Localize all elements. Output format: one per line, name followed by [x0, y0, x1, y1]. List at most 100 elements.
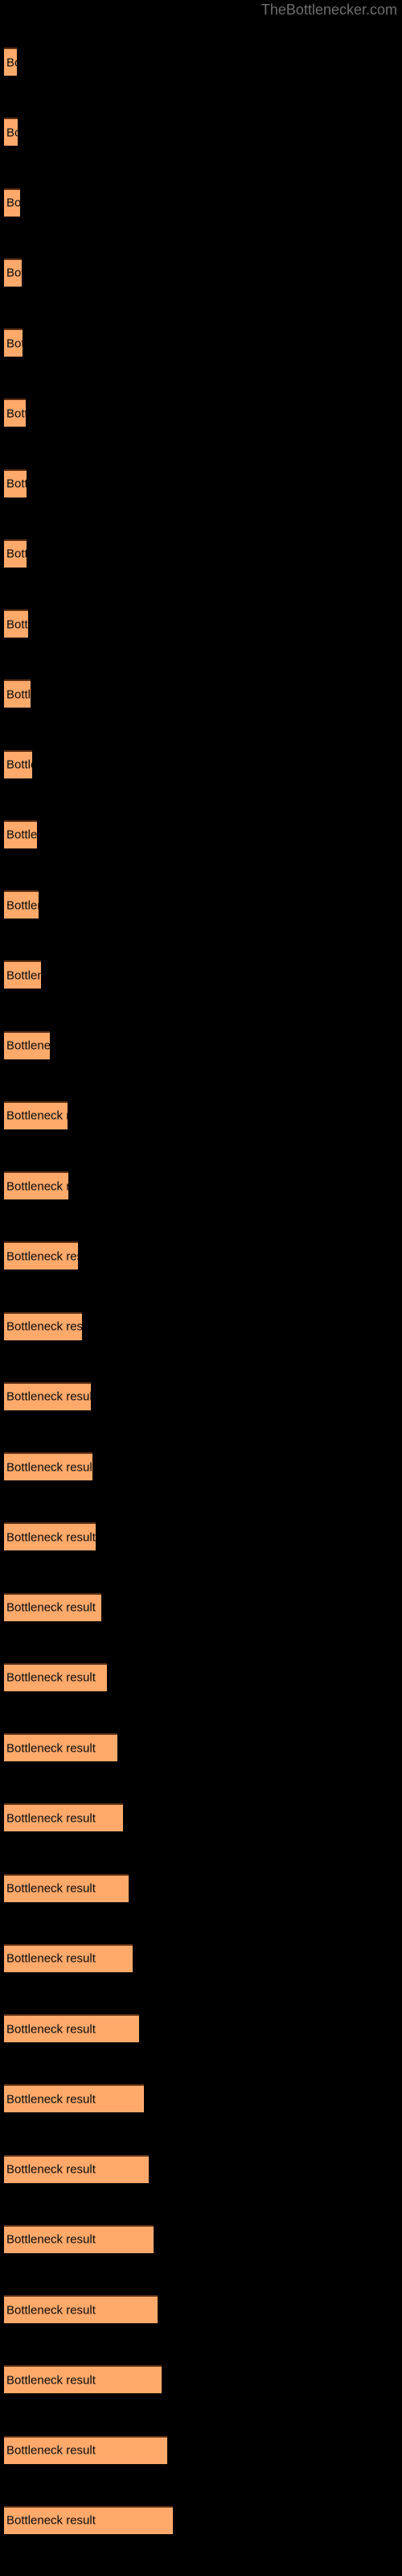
bar-label: Bottleneck result: [6, 1460, 92, 1474]
bar-label: Bottleneck result: [6, 336, 23, 350]
bar-label: Bottleneck result: [6, 1811, 96, 1826]
bottleneck-result-bar[interactable]: Bottleneck result: [4, 1171, 68, 1199]
bar-label: Bottleneck result: [6, 758, 32, 772]
bar-label: Bottleneck result: [6, 1179, 68, 1193]
bottleneck-result-bar[interactable]: Bottleneck result: [4, 2014, 139, 2042]
bottleneck-result-bar[interactable]: Bottleneck result: [4, 1873, 129, 1902]
bar-row: Bottleneck result: [0, 819, 402, 848]
bottleneck-result-bar[interactable]: Bottleneck result: [4, 398, 26, 427]
bar-label: Bottleneck result: [6, 2373, 96, 2388]
bottleneck-result-bar[interactable]: Bottleneck result: [4, 2365, 162, 2394]
bar-row: Bottleneck result: [0, 2435, 402, 2464]
bottleneck-result-bar[interactable]: Bottleneck result: [4, 1100, 68, 1129]
bottleneck-result-bar[interactable]: Bottleneck result: [4, 890, 39, 919]
bar-label: Bottleneck result: [6, 968, 41, 983]
bottleneck-result-bar[interactable]: Bottleneck result: [4, 1241, 78, 1270]
bar-row: Bottleneck result: [0, 469, 402, 497]
bottleneck-result-bar[interactable]: Bottleneck result: [4, 188, 20, 217]
bar-label: Bottleneck result: [6, 2092, 96, 2107]
bottleneck-result-bar[interactable]: Bottleneck result: [4, 2154, 149, 2183]
bottleneck-result-bar[interactable]: Bottleneck result: [4, 47, 17, 76]
bar-row: Bottleneck result: [0, 890, 402, 919]
bar-row: Bottleneck result: [0, 749, 402, 778]
bar-label: Bottleneck result: [6, 1389, 91, 1404]
bottleneck-result-bar[interactable]: Bottleneck result: [4, 2224, 154, 2253]
bar-row: Bottleneck result: [0, 609, 402, 638]
bar-row: Bottleneck result: [0, 1522, 402, 1551]
bar-row: Bottleneck result: [0, 118, 402, 147]
bar-row: Bottleneck result: [0, 539, 402, 568]
bar-row: Bottleneck result: [0, 1803, 402, 1832]
bottleneck-result-bar[interactable]: Bottleneck result: [4, 2435, 167, 2464]
bar-row: Bottleneck result: [0, 1873, 402, 1902]
bottleneck-result-bar[interactable]: Bottleneck result: [4, 749, 32, 778]
bar-row: Bottleneck result: [0, 2224, 402, 2253]
bar-row: Bottleneck result: [0, 1311, 402, 1340]
bottleneck-result-bar[interactable]: Bottleneck result: [4, 819, 37, 848]
bar-label: Bottleneck result: [6, 1951, 96, 1966]
bottleneck-result-bar[interactable]: Bottleneck result: [4, 1452, 92, 1480]
bar-label: Bottleneck result: [6, 407, 26, 421]
bar-row: Bottleneck result: [0, 258, 402, 287]
bar-row: Bottleneck result: [0, 1381, 402, 1410]
bar-row: Bottleneck result: [0, 1733, 402, 1761]
bottleneck-result-bar[interactable]: Bottleneck result: [4, 1592, 101, 1621]
bar-label: Bottleneck result: [6, 56, 17, 69]
bar-label: Bottleneck result: [6, 477, 27, 491]
bottleneck-result-bar[interactable]: Bottleneck result: [4, 679, 31, 708]
bottleneck-result-bar[interactable]: Bottleneck result: [4, 2295, 158, 2323]
bottleneck-result-bar[interactable]: Bottleneck result: [4, 539, 27, 568]
page-root: TheBottlenecker.com Bottleneck resultBot…: [0, 0, 402, 2576]
bar-label: Bottleneck result: [6, 1600, 96, 1615]
bar-label: Bottleneck result: [6, 266, 22, 280]
bar-label: Bottleneck result: [6, 547, 27, 561]
bar-row: Bottleneck result: [0, 1100, 402, 1129]
bar-label: Bottleneck result: [6, 1038, 50, 1053]
bar-row: Bottleneck result: [0, 1241, 402, 1270]
bottleneck-result-bar[interactable]: Bottleneck result: [4, 1943, 133, 1972]
bar-label: Bottleneck result: [6, 2513, 96, 2528]
bar-label: Bottleneck result: [6, 126, 18, 140]
bar-row: Bottleneck result: [0, 1171, 402, 1199]
bar-row: Bottleneck result: [0, 2014, 402, 2042]
bar-row: Bottleneck result: [0, 2365, 402, 2394]
bar-row: Bottleneck result: [0, 2154, 402, 2183]
bottleneck-result-bar[interactable]: Bottleneck result: [4, 258, 22, 287]
bar-row: Bottleneck result: [0, 960, 402, 989]
bar-label: Bottleneck result: [6, 828, 37, 842]
bar-row: Bottleneck result: [0, 679, 402, 708]
bar-row: Bottleneck result: [0, 2505, 402, 2534]
bar-label: Bottleneck result: [6, 2022, 96, 2036]
bar-row: Bottleneck result: [0, 1943, 402, 1972]
bar-label: Bottleneck result: [6, 2303, 96, 2317]
bar-row: Bottleneck result: [0, 328, 402, 357]
bottleneck-result-bar[interactable]: Bottleneck result: [4, 1030, 50, 1059]
bar-label: Bottleneck result: [6, 2232, 96, 2247]
bar-row: Bottleneck result: [0, 1662, 402, 1691]
bottleneck-result-bar[interactable]: Bottleneck result: [4, 2505, 173, 2534]
bottleneck-result-bar[interactable]: Bottleneck result: [4, 1522, 96, 1551]
bottleneck-result-bar[interactable]: Bottleneck result: [4, 1662, 107, 1691]
bar-label: Bottleneck result: [6, 196, 20, 210]
bar-row: Bottleneck result: [0, 188, 402, 217]
bottleneck-result-bar[interactable]: Bottleneck result: [4, 2084, 144, 2113]
bottleneck-result-bar[interactable]: Bottleneck result: [4, 1381, 91, 1410]
bar-label: Bottleneck result: [6, 1319, 82, 1334]
bar-label: Bottleneck result: [6, 617, 28, 631]
bottleneck-result-bar[interactable]: Bottleneck result: [4, 1733, 117, 1761]
bottleneck-result-bar[interactable]: Bottleneck result: [4, 960, 41, 989]
bottleneck-bar-chart: Bottleneck result Bottleneck result Bottle…: [0, 0, 402, 2576]
bottleneck-result-bar[interactable]: Bottleneck result: [4, 1803, 123, 1832]
bar-label: Bottleneck result: [6, 1530, 96, 1545]
bottleneck-result-bar[interactable]: Bottleneck result: [4, 328, 23, 357]
bottleneck-result-bar[interactable]: Bottleneck result: [4, 118, 18, 147]
bar-label: Bottleneck result: [6, 1108, 68, 1123]
bar-row: Bottleneck result: [0, 2084, 402, 2113]
bar-row: Bottleneck result: [0, 398, 402, 427]
bar-label: Bottleneck result: [6, 687, 31, 702]
bottleneck-result-bar[interactable]: Bottleneck result: [4, 1311, 82, 1340]
bar-label: Bottleneck result: [6, 1741, 96, 1755]
bottleneck-result-bar[interactable]: Bottleneck result: [4, 469, 27, 497]
bar-row: Bottleneck result: [0, 1592, 402, 1621]
bottleneck-result-bar[interactable]: Bottleneck result: [4, 609, 28, 638]
